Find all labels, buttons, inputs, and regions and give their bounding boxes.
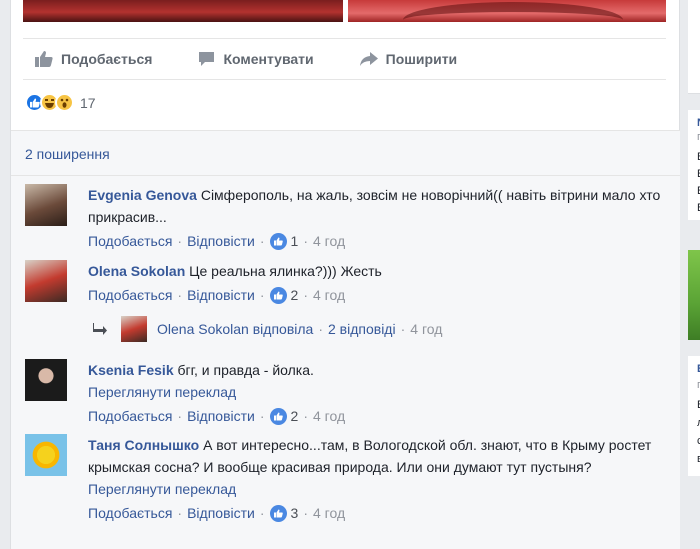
comment-button[interactable]: Коментувати (198, 51, 314, 67)
thumbs-up-icon (35, 51, 53, 67)
wow-icon (55, 93, 74, 112)
comment-body: Evgenia Genova Сімферополь, на жаль, зов… (88, 184, 668, 252)
see-translation-link[interactable]: Переглянути переклад (88, 478, 668, 500)
share-button[interactable]: Поширити (359, 51, 458, 67)
right-sidebar: N п B E E B E п B л c в (680, 0, 700, 549)
shares-link[interactable]: 2 поширення (25, 146, 110, 162)
sidebar-ad-image[interactable] (688, 250, 700, 340)
comment-timestamp[interactable]: 4 год (313, 230, 345, 252)
separator: · (177, 233, 183, 249)
separator: · (177, 505, 183, 521)
post-image-right[interactable] (348, 0, 666, 22)
comment-text: Це реальна ялинка?))) Жесть (189, 263, 382, 279)
avatar[interactable] (25, 184, 67, 226)
see-translation-link[interactable]: Переглянути переклад (88, 381, 668, 403)
separator: · (259, 505, 265, 521)
comment-content: Olena Sokolan Це реальна ялинка?))) Жест… (88, 260, 668, 282)
comment-meta: Подобається · Відповісти · 2 · 4 год (88, 405, 668, 427)
comment-like-count[interactable]: 1 (291, 230, 299, 252)
comment-like-link[interactable]: Подобається (88, 502, 172, 524)
comment-button-label: Коментувати (223, 51, 314, 67)
like-icon[interactable] (269, 232, 287, 250)
sidebar-card[interactable] (688, 0, 700, 94)
like-icon[interactable] (269, 407, 287, 425)
shares-bar: 2 поширення (11, 130, 681, 176)
comment-timestamp[interactable]: 4 год (313, 284, 345, 306)
comment-reply-link[interactable]: Відповісти (187, 502, 255, 524)
reply-timestamp: 4 год (410, 321, 443, 337)
comment-bubble-icon (198, 51, 215, 67)
sidebar-card[interactable]: E п B л c в (688, 356, 700, 476)
comment-body: Таня Солнышко А вот интересно...там, в В… (88, 434, 668, 524)
comment-meta: Подобається · Відповісти · 2 · 4 год (88, 284, 668, 306)
comment-text: бгг, и правда - йолка. (177, 362, 314, 378)
like-icon[interactable] (269, 286, 287, 304)
comment-author[interactable]: Olena Sokolan (88, 263, 185, 279)
comment-content: Ksenia Fesik бгг, и правда - йолка. (88, 359, 668, 381)
replies-summary[interactable]: Olena Sokolan відповіла · 2 відповіді · … (93, 316, 442, 342)
comment-meta: Подобається · Відповісти · 1 · 4 год (88, 230, 668, 252)
comment-like-link[interactable]: Подобається (88, 405, 172, 427)
share-button-label: Поширити (385, 51, 458, 67)
comment-like-count[interactable]: 2 (291, 405, 299, 427)
post-image-left[interactable] (23, 0, 343, 22)
post-card: Подобається Коментувати Поширити 17 2 по… (10, 0, 681, 549)
comment-like-count[interactable]: 3 (291, 502, 299, 524)
separator: · (259, 287, 265, 303)
separator: · (177, 287, 183, 303)
reply-author[interactable]: Olena Sokolan (157, 321, 249, 337)
sidebar-card[interactable]: N п B E E B (688, 110, 700, 220)
post-image[interactable] (23, 0, 666, 22)
comment-reply-link[interactable]: Відповісти (187, 230, 255, 252)
separator: · (400, 321, 406, 337)
like-button-label: Подобається (61, 51, 153, 67)
comment-content: Таня Солнышко А вот интересно...там, в В… (88, 434, 668, 478)
avatar[interactable] (25, 260, 67, 302)
share-arrow-icon (359, 52, 378, 66)
comment-reply-link[interactable]: Відповісти (187, 405, 255, 427)
like-button[interactable]: Подобається (35, 51, 152, 67)
comment-like-link[interactable]: Подобається (88, 284, 172, 306)
comments-section: Evgenia Genova Сімферополь, на жаль, зов… (11, 176, 681, 549)
comment-timestamp[interactable]: 4 год (313, 502, 345, 524)
comment-body: Olena Sokolan Це реальна ялинка?))) Жест… (88, 260, 668, 306)
separator: · (303, 505, 308, 521)
separator: · (259, 408, 265, 424)
avatar[interactable] (25, 359, 67, 401)
separator: · (303, 287, 308, 303)
separator: · (318, 321, 323, 337)
post-action-bar: Подобається Коментувати Поширити (23, 38, 666, 80)
reply-arrow-icon (93, 323, 107, 335)
comment-like-count[interactable]: 2 (291, 284, 299, 306)
comment-reply-link[interactable]: Відповісти (187, 284, 255, 306)
reply-action: відповіла (252, 321, 314, 337)
separator: · (177, 408, 183, 424)
separator: · (259, 233, 265, 249)
comment-timestamp[interactable]: 4 год (313, 405, 345, 427)
comment-meta: Подобається · Відповісти · 3 · 4 год (88, 502, 668, 524)
separator: · (303, 233, 308, 249)
comment-body: Ksenia Fesik бгг, и правда - йолка. Пере… (88, 359, 668, 427)
comment-author[interactable]: Evgenia Genova (88, 187, 197, 203)
reply-count-link[interactable]: 2 відповіді (328, 321, 396, 337)
separator: · (303, 408, 308, 424)
reactions-count: 17 (80, 94, 96, 111)
avatar[interactable] (25, 434, 67, 476)
comment-content: Evgenia Genova Сімферополь, на жаль, зов… (88, 184, 668, 228)
comment-like-link[interactable]: Подобається (88, 230, 172, 252)
comment-author[interactable]: Ksenia Fesik (88, 362, 174, 378)
reactions-summary[interactable]: 17 (25, 93, 96, 112)
avatar (121, 316, 147, 342)
like-icon[interactable] (269, 504, 287, 522)
comment-author[interactable]: Таня Солнышко (88, 437, 199, 453)
